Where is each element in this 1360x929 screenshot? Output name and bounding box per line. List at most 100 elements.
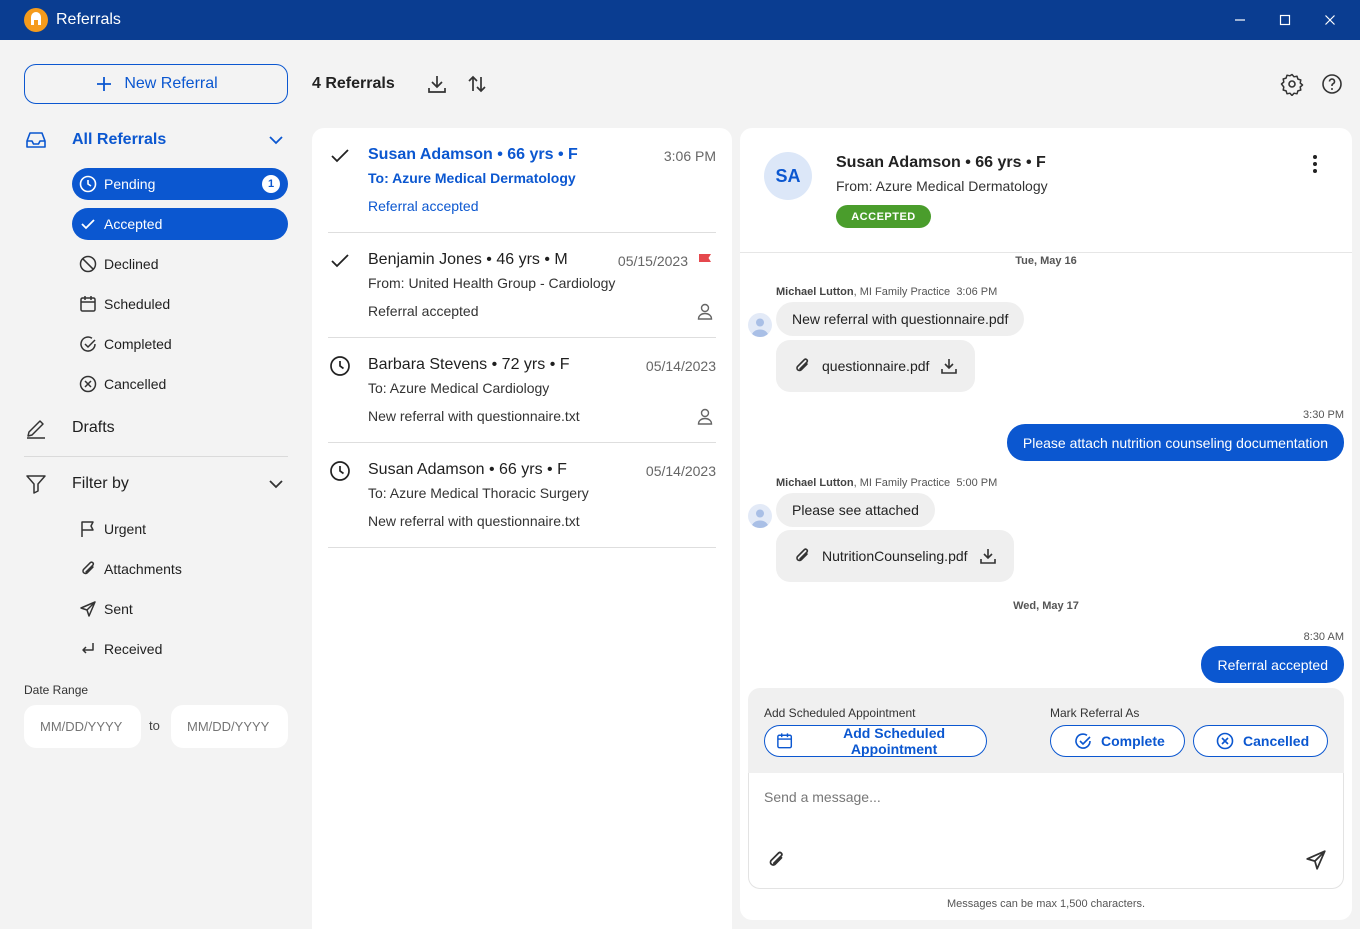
check-icon [331,254,349,268]
date-separator: Wed, May 17 [1013,600,1079,612]
close-icon[interactable] [1321,11,1339,29]
attachment-questionnaire[interactable]: questionnaire.pdf [776,340,976,392]
new-referral-label: New Referral [124,75,218,92]
sidebar-item-label: Accepted [104,216,163,232]
sender-name: Michael Lutton [776,477,854,489]
download-icon[interactable] [425,72,449,96]
sidebar-item-completed[interactable]: Completed [72,328,288,360]
calendar-icon [777,733,793,749]
message-time: 5:00 PM [956,477,998,489]
paperclip-icon[interactable] [765,849,787,871]
maximize-icon[interactable] [1276,11,1294,29]
referral-list: Susan Adamson • 66 yrs • F 3:06 PM To: A… [312,128,732,929]
filter-item-urgent[interactable]: Urgent [72,513,288,545]
more-options-icon[interactable] [1303,152,1327,176]
referral-route: From: United Health Group - Cardiology [368,275,616,291]
sender-name: Michael Lutton [776,286,854,298]
filter-item-attachments[interactable]: Attachments [72,553,288,585]
list-item[interactable]: Barbara Stevens • 72 yrs • F 05/14/2023 … [328,338,716,443]
incoming-message: Please see attached [776,493,935,527]
app-title: Referrals [56,11,121,28]
date-to-input[interactable] [171,705,288,748]
referral-count: 4 Referrals [312,75,395,92]
filter-item-label: Attachments [104,561,182,577]
sort-icon[interactable] [465,72,489,96]
all-referrals-toggle[interactable]: All Referrals [24,128,288,152]
send-icon [80,601,96,617]
sidebar-item-scheduled[interactable]: Scheduled [72,288,288,320]
avatar: SA [764,152,812,200]
referral-last-message: Referral accepted [368,198,479,214]
gear-icon[interactable] [1280,72,1304,96]
list-item[interactable]: Susan Adamson • 66 yrs • F 05/14/2023 To… [328,443,716,548]
patient-name: Benjamin Jones • 46 yrs • M [368,251,568,268]
sender-avatar-icon [748,313,772,337]
chevron-down-icon [269,136,283,145]
new-referral-button[interactable]: New Referral [24,64,288,104]
button-label: Complete [1101,733,1165,749]
sender-org: , MI Family Practice [853,286,951,298]
clock-icon [330,356,350,376]
detail-divider [740,252,1352,253]
sidebar-item-accepted[interactable]: Accepted [72,208,288,240]
mark-complete-button[interactable]: Complete [1050,725,1185,757]
sidebar-item-drafts[interactable]: Drafts [24,416,288,440]
attachment-nutrition-counseling[interactable]: NutritionCounseling.pdf [776,530,1014,582]
filter-by-label: Filter by [72,475,129,492]
filter-icon [26,475,46,494]
download-icon[interactable] [939,356,959,376]
minimize-icon[interactable] [1231,11,1249,29]
filter-item-label: Urgent [104,521,147,537]
button-label: Add Scheduled Appointment [843,725,946,757]
help-icon[interactable] [1320,72,1344,96]
send-icon[interactable] [1305,849,1327,871]
paperclip-icon [796,548,809,562]
x-circle-icon [79,375,97,393]
appointment-section-label: Add Scheduled Appointment [764,706,916,720]
mark-cancelled-button[interactable]: Cancelled [1193,725,1328,757]
sidebar-item-pending[interactable]: Pending 1 [72,168,288,200]
calendar-icon [80,296,96,312]
sidebar-item-label: Pending [104,176,156,192]
inbox-icon [26,132,46,148]
referral-time: 05/15/2023 [617,253,688,269]
drafts-label: Drafts [72,419,115,436]
sidebar-item-label: Scheduled [104,296,171,312]
person-icon [697,303,713,320]
sidebar-item-label: Declined [104,256,159,272]
sidebar-divider [24,456,288,457]
add-scheduled-appointment-button[interactable]: Add Scheduled Appointment [764,725,987,757]
referral-time: 05/14/2023 [645,463,716,479]
date-range-label: Date Range [24,683,89,697]
button-label: Cancelled [1243,733,1310,749]
message-time: 3:06 PM [956,286,998,298]
filter-by-toggle[interactable]: Filter by [24,472,288,496]
download-icon[interactable] [978,546,998,566]
referral-route: To: Azure Medical Thoracic Surgery [368,485,589,501]
outgoing-message: Referral accepted [1201,646,1344,683]
attachment-filename: NutritionCounseling.pdf [822,548,968,564]
sidebar-item-label: Completed [104,336,172,352]
filter-item-received[interactable]: Received [72,633,288,665]
person-icon [697,408,713,425]
sidebar-item-declined[interactable]: Declined [72,248,288,280]
date-separator: Tue, May 16 [1015,255,1077,267]
status-badge: ACCEPTED [836,205,931,228]
referral-time: 05/14/2023 [645,358,716,374]
message-sender: Michael Lutton, MI Family Practice 5:00 … [776,477,997,489]
x-circle-icon [1216,732,1234,750]
list-item[interactable]: Susan Adamson • 66 yrs • F 3:06 PM To: A… [328,128,716,233]
check-icon [331,149,349,163]
referral-detail: SA Susan Adamson • 66 yrs • F From: Azur… [740,128,1352,920]
detail-origin: From: Azure Medical Dermatology [836,178,1048,194]
sidebar-item-cancelled[interactable]: Cancelled [72,368,288,400]
date-from-input[interactable] [24,705,141,748]
message-limit-note: Messages can be max 1,500 characters. [946,898,1146,910]
message-sender: Michael Lutton, MI Family Practice 3:06 … [776,286,997,298]
mark-referral-label: Mark Referral As [1050,706,1140,720]
list-item[interactable]: Benjamin Jones • 46 yrs • M 05/15/2023 F… [328,233,716,338]
message-time: 3:30 PM [1303,409,1344,421]
filter-item-sent[interactable]: Sent [72,593,288,625]
referral-last-message: New referral with questionnaire.txt [368,408,580,424]
message-input[interactable] [764,789,1324,805]
